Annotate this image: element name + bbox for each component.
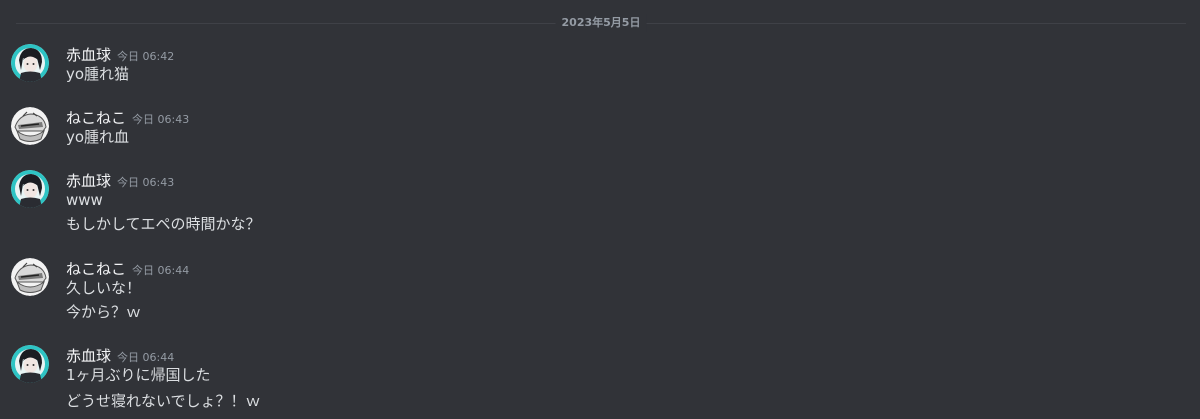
avatar[interactable] xyxy=(11,44,49,82)
message-content: どうせ寝れないでしょ？！ｗ xyxy=(66,392,261,410)
message-timestamp: 今日 06:43 xyxy=(132,113,190,126)
message-content: 1ヶ月ぶりに帰国した xyxy=(66,366,211,384)
message-timestamp: 今日 06:44 xyxy=(117,351,175,364)
anime-character-avatar-icon xyxy=(11,44,49,82)
message-author[interactable]: 赤血球 xyxy=(66,46,111,64)
message-content: www xyxy=(66,191,103,209)
chat-message-list: 2023年5月5日 赤血球 今日 06:42 yo腫れ猫 ねこねこ 今日 06:… xyxy=(0,0,1200,419)
mecha-avatar-icon xyxy=(11,258,49,296)
avatar[interactable] xyxy=(11,170,49,208)
message-timestamp: 今日 06:44 xyxy=(132,264,190,277)
message-author[interactable]: ねこねこ xyxy=(66,260,126,278)
anime-character-avatar-icon xyxy=(11,345,49,383)
message-author[interactable]: 赤血球 xyxy=(66,172,111,190)
date-divider-label: 2023年5月5日 xyxy=(555,14,647,32)
message-content: 今から？ｗ xyxy=(66,303,142,321)
anime-character-avatar-icon xyxy=(11,170,49,208)
message-content: もしかしてエペの時間かな？ xyxy=(66,215,261,233)
avatar[interactable] xyxy=(11,107,49,145)
message-content: 久しいな！ xyxy=(66,279,142,297)
message-timestamp: 今日 06:43 xyxy=(117,176,175,189)
message-author[interactable]: 赤血球 xyxy=(66,347,111,365)
message-author[interactable]: ねこねこ xyxy=(66,109,126,127)
message-content: yo腫れ猫 xyxy=(66,65,130,83)
date-divider: 2023年5月5日 xyxy=(16,14,1186,32)
message-content: yo腫れ血 xyxy=(66,128,130,146)
avatar[interactable] xyxy=(11,258,49,296)
mecha-avatar-icon xyxy=(11,107,49,145)
avatar[interactable] xyxy=(11,345,49,383)
message-timestamp: 今日 06:42 xyxy=(117,50,175,63)
